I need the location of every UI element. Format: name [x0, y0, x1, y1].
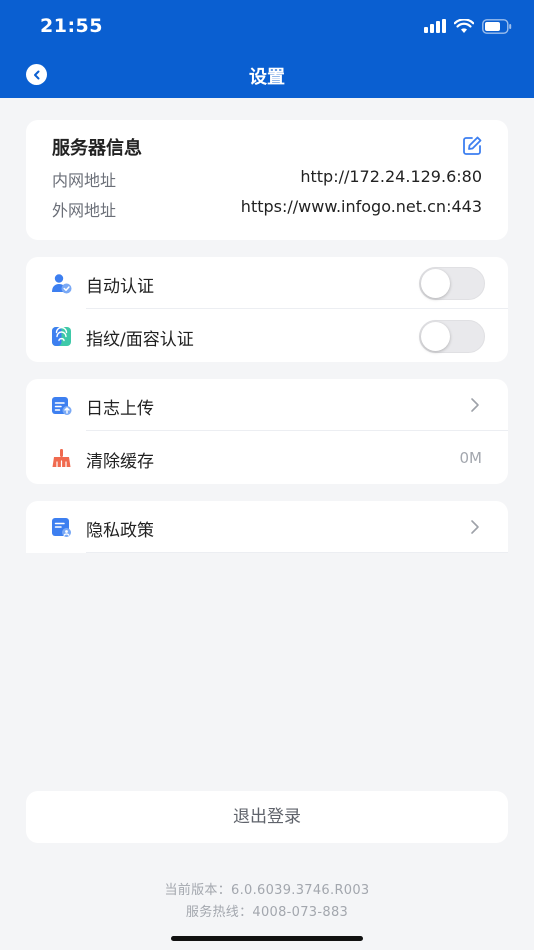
toggle-knob	[421, 322, 450, 351]
extranet-label: 外网地址	[52, 201, 117, 220]
intranet-label: 内网地址	[52, 171, 117, 190]
cellular-signal-icon	[424, 19, 446, 33]
logout-button[interactable]: 退出登录	[26, 791, 508, 843]
privacy-card: 隐私政策	[26, 501, 508, 553]
version-text: 当前版本：6.0.6039.3746.R003	[164, 883, 370, 898]
intranet-value: http://172.24.129.6:80	[300, 167, 482, 186]
home-indicator	[171, 936, 363, 941]
user-check-icon	[52, 274, 72, 294]
auto-auth-label: 自动认证	[86, 277, 154, 297]
clear-cache-row[interactable]: 清除缓存 0M	[26, 432, 508, 484]
tools-card: 日志上传 清除缓存 0M	[26, 379, 508, 484]
divider	[86, 552, 508, 553]
status-icons	[424, 17, 512, 35]
cache-size-value: 0M	[459, 449, 483, 467]
extranet-value: https://www.infogo.net.cn:443	[240, 197, 482, 216]
auth-card: 自动认证 指纹/面容认证	[26, 257, 508, 362]
toggle-knob	[421, 269, 450, 298]
biometric-auth-label: 指纹/面容认证	[86, 330, 194, 350]
clear-cache-label: 清除缓存	[86, 452, 154, 472]
chevron-right-icon	[471, 398, 479, 412]
hotline-text: 服务热线：4008-073-883	[185, 905, 349, 920]
broom-icon	[52, 449, 71, 468]
edit-icon[interactable]	[461, 135, 483, 157]
log-upload-icon	[52, 397, 72, 415]
privacy-document-icon	[52, 518, 71, 537]
log-upload-label: 日志上传	[86, 399, 154, 419]
biometric-auth-toggle[interactable]	[419, 320, 485, 353]
nav-bar: 设置	[0, 52, 534, 98]
status-time: 21:55	[40, 15, 103, 37]
chevron-right-icon	[471, 520, 479, 534]
divider	[86, 308, 508, 309]
privacy-policy-label: 隐私政策	[86, 521, 154, 541]
auto-auth-toggle[interactable]	[419, 267, 485, 300]
log-upload-row[interactable]: 日志上传	[26, 379, 508, 431]
battery-icon	[482, 18, 512, 34]
server-info-title: 服务器信息	[52, 138, 142, 159]
wifi-icon	[454, 18, 474, 33]
server-info-card: 服务器信息 内网地址 http://172.24.129.6:80 外网地址 h…	[26, 120, 508, 240]
fingerprint-face-icon	[52, 326, 71, 346]
auto-auth-row: 自动认证	[26, 257, 508, 309]
biometric-auth-row: 指纹/面容认证	[26, 310, 508, 362]
privacy-policy-row[interactable]: 隐私政策	[26, 501, 508, 553]
status-bar: 21:55	[0, 0, 534, 52]
app-header: 21:55 设置	[0, 0, 534, 98]
divider	[86, 430, 508, 431]
page-title: 设置	[249, 67, 285, 88]
